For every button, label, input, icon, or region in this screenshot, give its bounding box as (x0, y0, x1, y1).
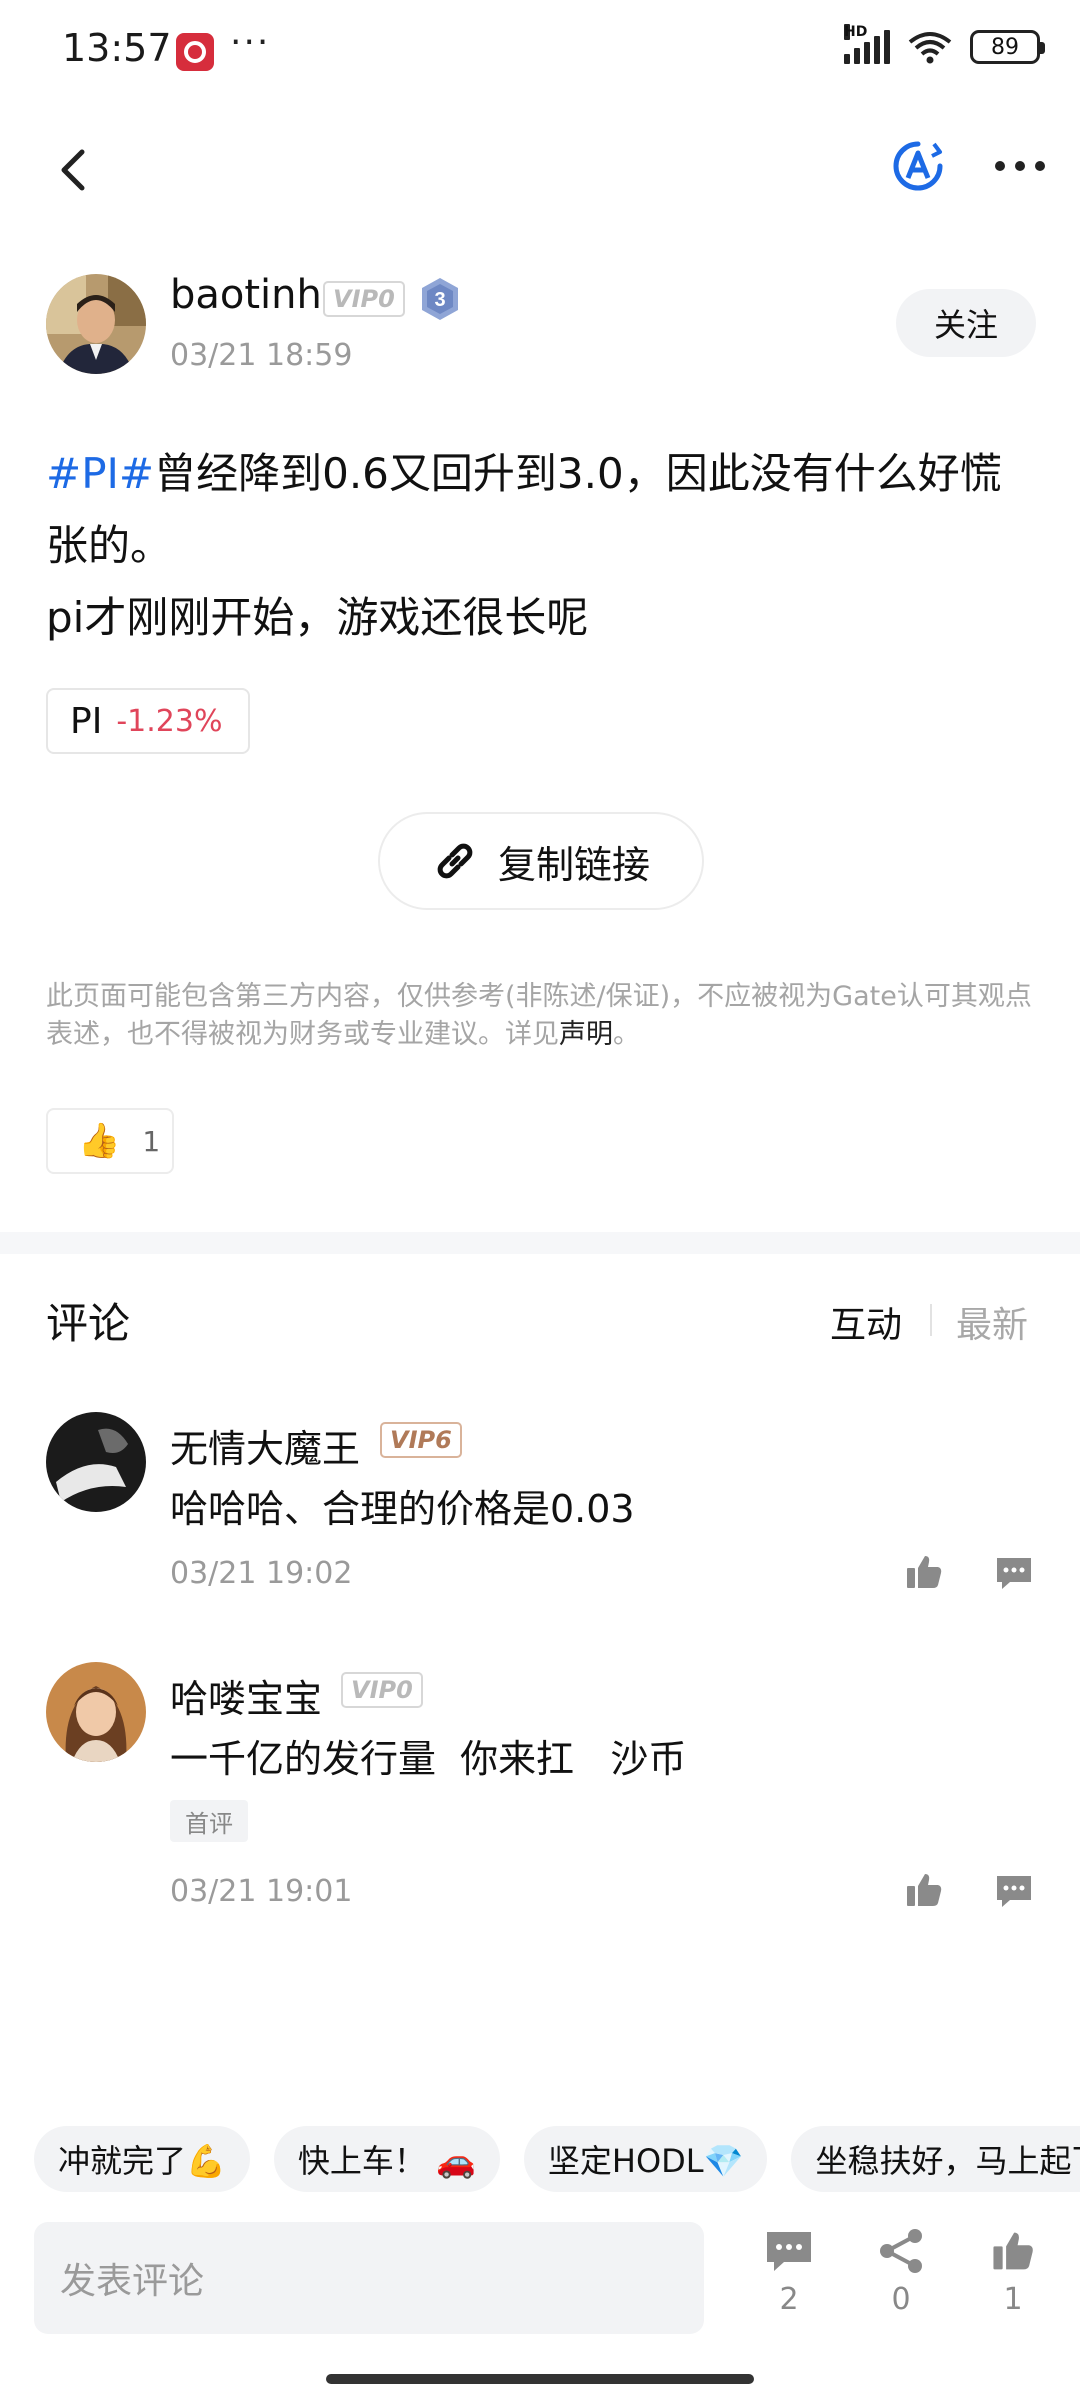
post-like-count: 1 (142, 1124, 161, 1158)
comment-icon (767, 2232, 811, 2271)
vip-badge: VIP6 (380, 1422, 462, 1458)
post-text-line1: 曾经降到0.6又回升到3.0，因此没有什么好慌张的。 (46, 449, 1002, 570)
translate-icon[interactable] (888, 136, 948, 196)
status-bar: 13:57 ··· HD 89 (0, 0, 1080, 100)
author-name[interactable]: baotinh (170, 272, 322, 318)
like-icon[interactable] (904, 1870, 944, 1910)
wifi-icon (908, 32, 952, 64)
app-notification-icon (176, 33, 214, 71)
reply-icon[interactable] (994, 1552, 1034, 1592)
quick-reply-chip[interactable]: 坚定HODL💎 (523, 2126, 768, 2192)
disclaimer-link[interactable]: 声明 (559, 1019, 613, 1050)
like-count: 1 (1003, 2282, 1023, 2317)
more-notifications-icon: ··· (230, 22, 271, 63)
quick-reply-chip[interactable]: 快上车！ 🚗 (273, 2126, 500, 2192)
thumbs-up-icon (993, 2232, 1033, 2270)
comments-title: 评论 (46, 1299, 131, 1348)
ticker-chip[interactable]: PI -1.23% (46, 688, 250, 754)
thumbs-up-emoji-icon: 👍 (78, 1121, 121, 1161)
quick-reply-chip[interactable]: 冲就完了💪 (34, 2126, 250, 2192)
link-icon (437, 843, 473, 879)
author-avatar[interactable] (46, 274, 146, 374)
comment-time: 03/21 19:02 (170, 1556, 353, 1591)
comment-text: 哈哈哈、合理的价格是0.03 (170, 1487, 635, 1531)
copy-link-label: 复制链接 (497, 842, 650, 887)
commenter-name[interactable]: 哈喽宝宝 (170, 1668, 322, 1723)
quick-reply-chip[interactable]: 坐稳扶好，马上起飞 (791, 2126, 1080, 2192)
battery-icon: 89 (970, 30, 1045, 64)
share-button[interactable]: 0 (866, 2228, 936, 2338)
like-button[interactable]: 1 (978, 2228, 1048, 2338)
first-comment-tag: 首评 (170, 1800, 248, 1842)
commenter-avatar[interactable] (46, 1662, 146, 1762)
more-options-icon[interactable] (990, 136, 1050, 196)
section-divider (0, 1232, 1080, 1254)
copy-link-button[interactable]: 复制链接 (378, 812, 704, 910)
follow-button[interactable]: 关注 (896, 289, 1036, 357)
comment-time: 03/21 19:01 (170, 1874, 353, 1909)
level-badge: 3 (422, 278, 458, 320)
share-count: 0 (891, 2282, 911, 2317)
commenter-name[interactable]: 无情大魔王 (170, 1418, 360, 1473)
like-icon[interactable] (904, 1552, 944, 1592)
svg-text:3: 3 (434, 289, 445, 311)
commenter-avatar[interactable] (46, 1412, 146, 1512)
status-time: 13:57 (62, 26, 172, 70)
hashtag-link[interactable]: #PI# (46, 449, 154, 498)
quick-reply-row: 冲就完了💪 快上车！ 🚗 坚定HODL💎 坐稳扶好，马上起飞 (34, 2126, 1080, 2192)
comments-button[interactable]: 2 (754, 2228, 824, 2338)
comment-count: 2 (779, 2282, 799, 2317)
sort-tab-interaction[interactable]: 互动 (830, 1296, 902, 1348)
ticker-name: PI (70, 700, 103, 742)
home-indicator[interactable] (326, 2374, 754, 2384)
signal-icon: HD (844, 24, 890, 64)
vip-badge: VIP0 (341, 1672, 423, 1708)
post-content: #PI#曾经降到0.6又回升到3.0，因此没有什么好慌张的。 pi才刚刚开始，游… (46, 438, 1036, 654)
post-text-line2: pi才刚刚开始，游戏还很长呢 (46, 593, 589, 642)
sort-separator (930, 1304, 932, 1336)
vip-badge: VIP0 (323, 281, 405, 317)
reply-icon[interactable] (994, 1870, 1034, 1910)
ticker-change: -1.23% (116, 703, 223, 739)
back-button[interactable] (44, 140, 104, 200)
share-icon (880, 2229, 922, 2273)
comment-input[interactable]: 发表评论 (34, 2222, 704, 2334)
post-time: 03/21 18:59 (170, 338, 353, 373)
post-like-button[interactable]: 👍 1 (46, 1108, 174, 1174)
comment-text: 一千亿的发行量 你来扛 沙币 (170, 1737, 687, 1781)
disclaimer: 此页面可能包含第三方内容，仅供参考(非陈述/保证)，不应被视为Gate认可其观点… (46, 981, 1032, 1050)
sort-tab-latest[interactable]: 最新 (956, 1296, 1028, 1348)
